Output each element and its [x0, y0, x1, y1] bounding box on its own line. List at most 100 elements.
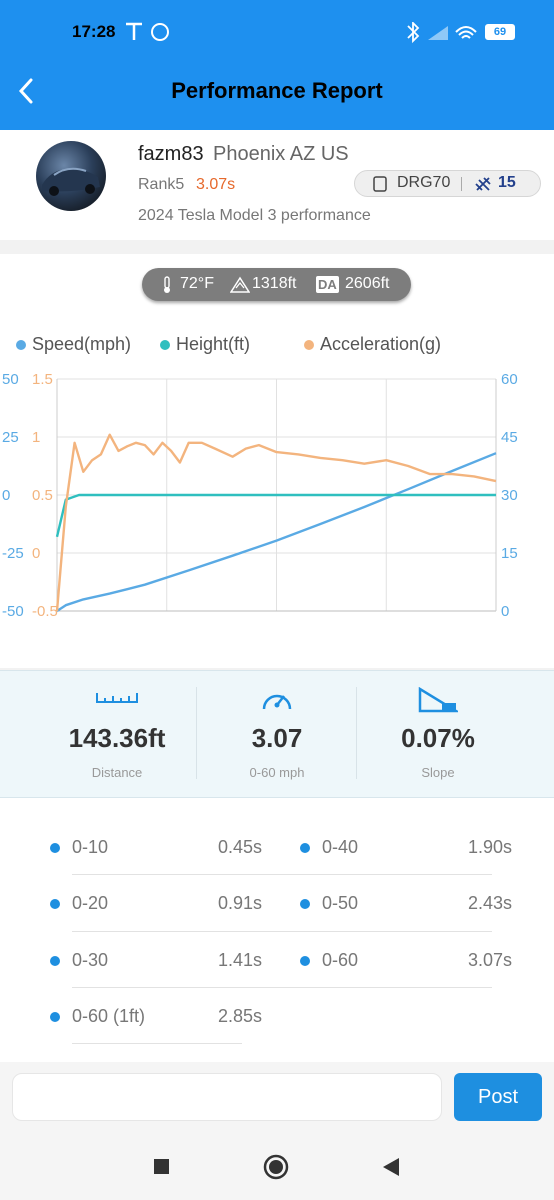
split-time: 2.85s	[218, 1006, 263, 1026]
device-pill: DRG70 15	[354, 170, 541, 197]
app-header	[0, 0, 554, 130]
density-altitude-badge: DA	[316, 276, 339, 293]
home-icon[interactable]	[263, 1154, 289, 1180]
device-icon	[373, 176, 387, 192]
legend-acceleration[interactable]: Acceleration(g)	[304, 334, 441, 355]
split-bullet	[50, 1012, 60, 1022]
location: Phoenix AZ US	[213, 143, 349, 165]
stat-divider	[356, 687, 357, 779]
rank-time: 3.07s	[196, 176, 236, 193]
post-button[interactable]: Post	[454, 1073, 542, 1121]
acceleration-legend-dot	[304, 340, 314, 351]
comment-input[interactable]	[12, 1073, 442, 1121]
ruler-icon	[96, 693, 138, 703]
split-time: 0.45s	[218, 837, 263, 857]
split-bullet	[50, 899, 60, 909]
height-legend-dot	[160, 340, 170, 351]
bluetooth-icon	[407, 22, 420, 44]
satellite-icon	[475, 177, 491, 191]
row-divider	[72, 1043, 242, 1044]
speed-scale-tick-label: 25	[2, 429, 19, 446]
speed-scale-tick-label: 0	[2, 487, 10, 504]
profile-card: fazm83 Phoenix AZ US Rank5 3.07s 2024 Te…	[0, 130, 554, 240]
status-notification-icons	[126, 22, 169, 41]
right-axis-tick-label: 45	[501, 429, 518, 446]
recents-icon[interactable]	[154, 1159, 169, 1174]
legend-speed[interactable]: Speed(mph)	[16, 334, 131, 355]
pill-divider	[461, 177, 462, 191]
acceleration-tick-label: 0	[32, 545, 40, 562]
speed-scale-tick-label: -50	[2, 603, 24, 620]
stats-panel: 143.36ft Distance 3.07 0-60 mph 0.07% Sl…	[0, 670, 554, 798]
speed-legend-dot	[16, 340, 26, 351]
system-nav-bar	[0, 1134, 554, 1200]
slope-value: 0.07%	[401, 723, 475, 753]
speedometer-icon	[262, 694, 292, 710]
thermometer-icon	[164, 276, 170, 293]
zero-to-sixty-label: 0-60 mph	[249, 765, 305, 780]
device-name: DRG70	[397, 174, 451, 191]
distance-value: 143.36ft	[68, 723, 166, 753]
acceleration-tick-label: 1.5	[32, 371, 53, 388]
status-time: 17:28	[72, 22, 116, 41]
legend-height[interactable]: Height(ft)	[160, 334, 250, 355]
zero-to-sixty-value: 3.07	[251, 723, 303, 753]
split-time: 3.07s	[468, 950, 513, 970]
row-divider	[72, 987, 492, 988]
split-label: 0-60 (1ft)	[72, 1006, 146, 1026]
avatar[interactable]	[36, 141, 106, 211]
notification-icon	[151, 23, 169, 41]
split-time: 1.90s	[468, 837, 513, 857]
split-label: 0-50	[322, 893, 359, 913]
status-system-icons	[407, 22, 477, 44]
page-title: Performance Report	[171, 78, 383, 103]
temperature: 72°F	[180, 275, 214, 292]
split-time: 1.41s	[218, 950, 263, 970]
slope-label: Slope	[421, 765, 455, 780]
slope-icon	[418, 687, 458, 713]
back-icon[interactable]	[382, 1157, 400, 1177]
split-label: 0-20	[72, 893, 109, 913]
split-label: 0-30	[72, 950, 109, 970]
right-axis-tick-label: 60	[501, 371, 518, 388]
split-label: 0-60	[322, 950, 359, 970]
speed-scale-tick-label: 50	[2, 371, 19, 388]
speed-legend-label: Speed(mph)	[32, 334, 132, 354]
right-axis-tick-label: 0	[501, 603, 509, 620]
acceleration-tick-label: 0.5	[32, 487, 53, 504]
signal-icon	[428, 26, 448, 40]
speed-scale-tick-label: -25	[2, 545, 24, 562]
split-times: 0-10 0.45s 0-40 1.90s 0-20 0.91s 0-50 2.…	[0, 798, 554, 1062]
right-axis-tick-label: 30	[501, 487, 518, 504]
right-axis-tick-label: 15	[501, 545, 518, 562]
car-model: 2024 Tesla Model 3 performance	[138, 207, 371, 224]
split-time: 0.91s	[218, 893, 263, 913]
acceleration-legend-label: Acceleration(g)	[320, 334, 442, 354]
split-bullet	[300, 956, 310, 966]
row-divider	[72, 931, 492, 932]
row-divider	[72, 874, 492, 875]
split-bullet	[300, 843, 310, 853]
split-bullet	[300, 899, 310, 909]
wifi-icon	[455, 26, 477, 39]
conditions-pill: 72°F 1318ft DA 2606ft	[142, 268, 411, 301]
split-time: 2.43s	[468, 893, 513, 913]
mountain-icon	[230, 276, 250, 293]
altitude: 1318ft	[252, 275, 297, 292]
density-altitude: 2606ft	[345, 275, 390, 292]
distance-label: Distance	[91, 765, 143, 780]
car-photo-icon	[42, 167, 100, 196]
split-label: 0-10	[72, 837, 109, 857]
split-label: 0-40	[322, 837, 359, 857]
split-bullet	[50, 956, 60, 966]
split-bullet	[50, 843, 60, 853]
battery-icon: 69	[485, 24, 515, 40]
rank: Rank5	[138, 176, 185, 193]
performance-chart[interactable]: 50 25 0 -25 -50 1.5 1 0.5 0 -0.5 60 45 30 15 0	[0, 366, 554, 626]
acceleration-tick-label: 1	[32, 429, 40, 446]
satellite-count: 15	[498, 174, 516, 191]
username[interactable]: fazm83	[138, 143, 204, 166]
acceleration-tick-label: -0.5	[32, 603, 58, 620]
height-legend-label: Height(ft)	[176, 334, 251, 354]
tesla-icon	[126, 22, 142, 40]
